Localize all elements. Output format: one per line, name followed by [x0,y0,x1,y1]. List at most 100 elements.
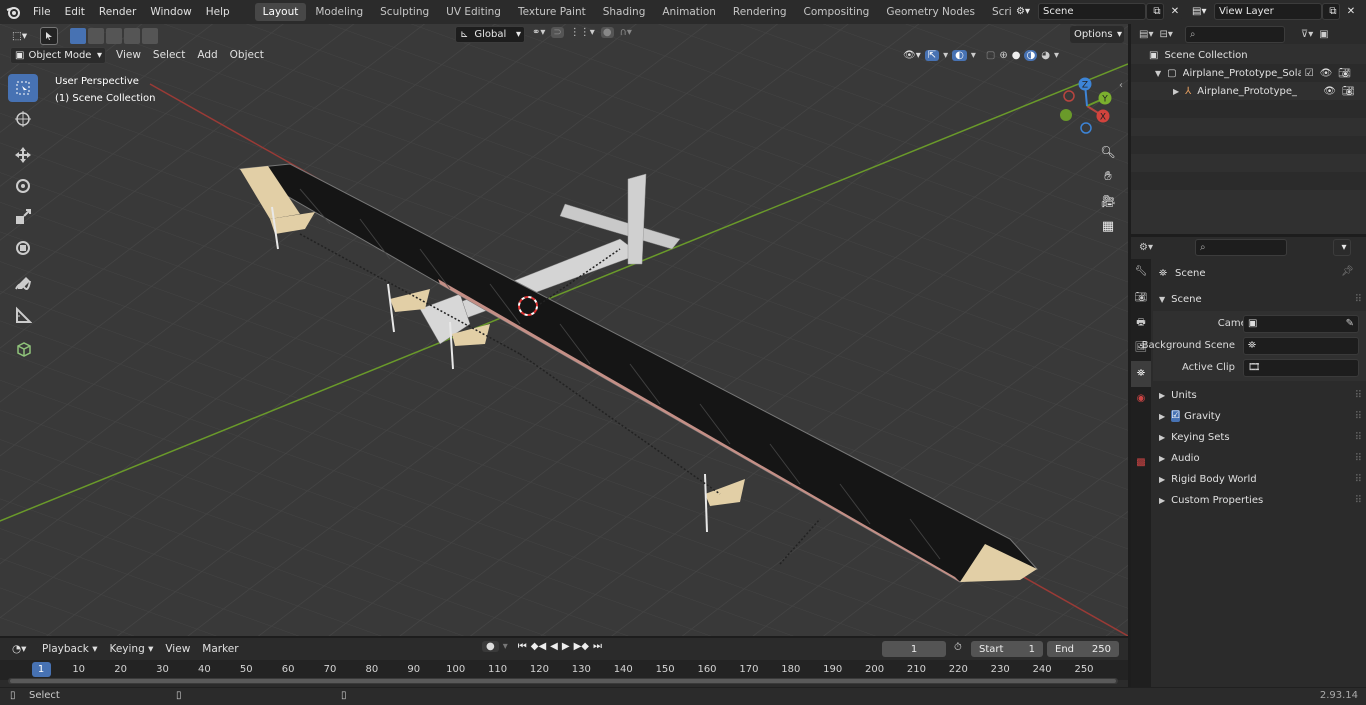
neg-z-axis-handle[interactable] [1080,122,1092,134]
pin-icon[interactable]: 📌︎ [1341,266,1354,277]
drag-handle-icon[interactable]: ⠿ [1355,432,1362,443]
timeline-menu-playback[interactable]: Playback ▾ [36,641,103,658]
transform-tool[interactable] [8,234,38,262]
play-reverse-icon[interactable]: ◀ [550,641,558,652]
transform-orientation-dropdown[interactable]: ⊾ Global ▾ [455,26,525,43]
select-new-icon[interactable] [70,28,86,44]
tab-animation[interactable]: Animation [654,3,724,21]
panel-keying-sets[interactable]: ▶ Keying Sets ⠿ [1153,427,1366,447]
rendered-shading-icon[interactable]: ◕ [1041,50,1050,61]
3d-viewport[interactable]: ⬚▾ ⊾ Global ▾ ⚭▾ ⊃ ⋮⋮▾ ● ∩▾ Options ▾ ▣ … [0,24,1128,636]
material-shading-icon[interactable]: ◑ [1024,49,1038,61]
expand-arrow-icon[interactable]: ▶ [1173,87,1179,96]
gizmo-toggle-icon[interactable]: ⇱ [924,49,940,61]
tab-layout[interactable]: Layout [254,3,307,21]
expand-arrow-icon[interactable]: ▼ [1155,69,1161,78]
drag-handle-icon[interactable]: ⠿ [1355,453,1362,464]
drag-handle-icon[interactable]: ⠿ [1355,474,1362,485]
panel-custom-properties[interactable]: ▶ Custom Properties ⠿ [1153,490,1366,510]
falloff-icon[interactable]: ∩▾ [620,27,632,38]
rotate-tool[interactable] [8,172,38,200]
close-view-layer-icon[interactable]: ✕ [1340,3,1358,20]
properties-editor-icon[interactable]: ⚙▾ [1139,242,1153,253]
panel-units[interactable]: ▶ Units ⠿ [1153,385,1366,405]
viewport-menu-view[interactable]: View [110,47,147,64]
blender-logo-icon[interactable] [0,0,26,24]
new-collection-icon[interactable]: ▣ [1319,29,1328,40]
drag-handle-icon[interactable]: ⠿ [1355,390,1362,401]
neg-x-axis-handle[interactable] [1063,90,1075,102]
viewport-menu-select[interactable]: Select [147,47,191,64]
tab-geometry-nodes[interactable]: Geometry Nodes [878,3,983,21]
camera-render-icon[interactable]: 📷︎ [1338,68,1351,79]
play-icon[interactable]: ▶ [562,641,570,652]
scene-section-header[interactable]: ▼ Scene ⠿ [1153,289,1366,309]
filter-icon[interactable]: ⊽▾ [1301,29,1313,40]
display-mode-icon[interactable]: ⊟▾ [1159,29,1172,40]
measure-tool[interactable] [8,301,38,329]
timeline-scrollbar[interactable] [8,678,1118,684]
eye-icon[interactable]: 👁︎ [1323,86,1336,97]
camera-render-icon[interactable]: 📷︎ [1342,86,1355,97]
properties-options-icon[interactable]: ▾ [1332,238,1351,256]
timeline-scroll-thumb[interactable] [10,679,1116,683]
snap-icon[interactable]: ⊃ [551,27,564,38]
tab-sculpting[interactable]: Sculpting [372,3,437,21]
outliner-search-input[interactable]: ⌕ [1184,25,1285,43]
viewport-menu-add[interactable]: Add [191,47,223,64]
texture-tab-icon[interactable]: ▩ [1131,451,1151,475]
scene-selector[interactable]: ⚙▾ Scene ⧉ ✕ [1012,3,1182,20]
next-keyframe-icon[interactable]: ▶◆ [574,641,589,652]
timeline-editor-icon[interactable]: ◔▾ [6,641,36,658]
copy-view-layer-icon[interactable]: ⧉ [1322,3,1340,20]
active-clip-field[interactable]: 🎞︎ [1243,359,1359,377]
menu-window[interactable]: Window [143,0,198,24]
output-tab-icon[interactable]: 🖶︎ [1131,311,1151,335]
xray-toggle-icon[interactable]: ▢ [986,50,995,61]
outliner-row-collection[interactable]: ▼ ▢ Airplane_Prototype_Solar_Imp ☑ 👁︎ 📷︎ [1131,64,1366,82]
view-layer-name-field[interactable]: View Layer [1214,3,1322,20]
drag-handle-icon[interactable]: ⠿ [1355,495,1362,506]
properties-search-input[interactable]: ⌕ [1194,238,1287,256]
tab-texture-paint[interactable]: Texture Paint [510,3,594,21]
background-scene-field[interactable]: ⛯ [1243,337,1359,355]
panel-audio[interactable]: ▶ Audio ⠿ [1153,448,1366,468]
world-tab-icon[interactable]: ◉ [1131,387,1151,411]
keying-dropdown-icon[interactable]: ▾ [503,641,508,652]
camera-view-button[interactable]: 🎥︎ [1097,190,1119,212]
move-tool[interactable] [8,141,38,169]
jump-end-icon[interactable]: ⏭ [593,641,602,652]
close-scene-icon[interactable]: ✕ [1164,3,1182,20]
tool-tab-icon[interactable]: 🔧︎ [1131,259,1151,285]
tab-uv-editing[interactable]: UV Editing [438,3,509,21]
timeline-menu-view[interactable]: View [159,641,196,658]
overlay-toggle-icon[interactable]: ◐ [952,49,967,61]
timeline-menu-marker[interactable]: Marker [196,641,244,658]
chevron-down-icon[interactable]: ▾ [943,50,948,61]
toggle-perspective-button[interactable]: ▦ [1097,215,1119,237]
scene-name-field[interactable]: Scene [1038,3,1146,20]
snap-target-icon[interactable]: ⋮⋮▾ [570,27,595,38]
scene-type-icon[interactable]: ⚙▾ [1012,3,1038,20]
zoom-view-button[interactable]: 🔍︎ [1097,141,1119,163]
cursor-tool[interactable] [8,105,38,133]
drag-handle-icon[interactable]: ⠿ [1355,411,1362,422]
jump-start-icon[interactable]: ⏮ [518,641,527,652]
tab-modeling[interactable]: Modeling [307,3,371,21]
pivot-icon[interactable]: ⚭▾ [532,27,545,38]
viewport-scene[interactable] [0,24,1128,636]
editor-type-icon[interactable]: ⬚▾ [6,28,32,45]
copy-scene-icon[interactable]: ⧉ [1146,3,1164,20]
neg-y-axis-handle[interactable] [1060,109,1072,121]
object-mode-dropdown[interactable]: ▣ Object Mode ▾ [10,46,106,64]
visibility-icon[interactable]: 👁▾ [903,50,921,61]
end-frame-field[interactable]: End 250 [1047,641,1119,657]
include-checkbox-icon[interactable]: ☑ [1305,68,1314,79]
tab-rendering[interactable]: Rendering [725,3,795,21]
viewport-menu-object[interactable]: Object [224,47,270,64]
view-layer-icon[interactable]: ▤▾ [1188,3,1214,20]
annotate-tool[interactable] [8,270,38,298]
select-intersect-icon[interactable] [142,28,158,44]
menu-edit[interactable]: Edit [58,0,92,24]
eye-icon[interactable]: 👁︎ [1320,68,1333,79]
